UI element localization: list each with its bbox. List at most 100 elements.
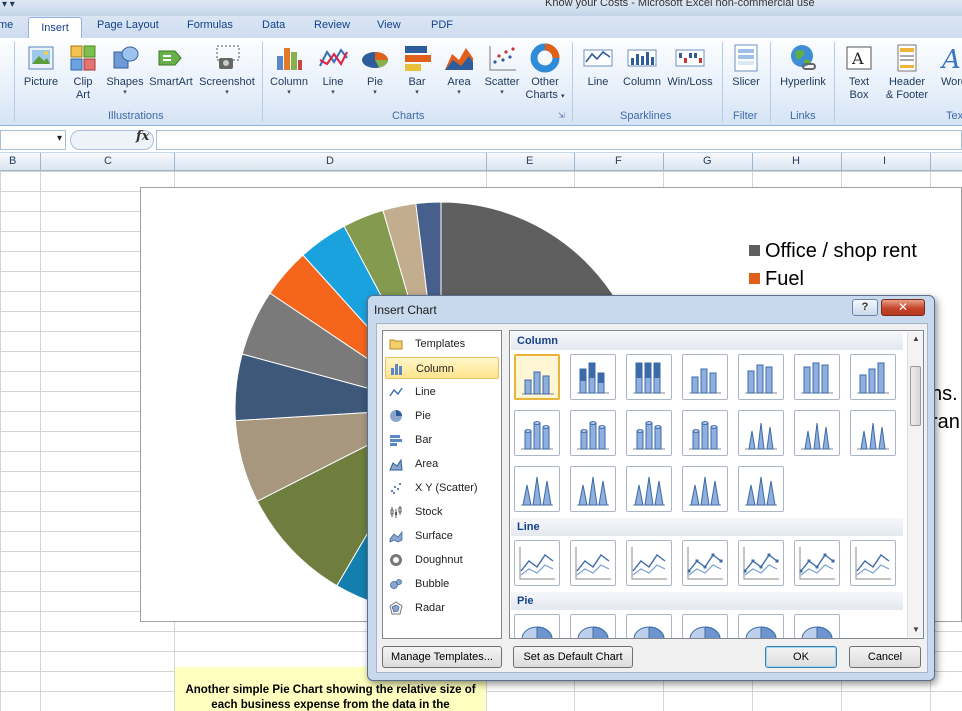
subtype-bar-of-pie[interactable] [794, 614, 840, 638]
name-box-dropdown-icon[interactable]: ▾ [57, 133, 62, 144]
subtype-100-stacked-cylinder[interactable] [626, 410, 672, 456]
clip-art-button[interactable]: Clip Art [66, 42, 100, 102]
column-header-c[interactable]: C [104, 155, 112, 167]
subtype-100-stacked-cone[interactable] [850, 410, 896, 456]
chart-type-stock[interactable]: Stock [385, 501, 499, 523]
column-header-i[interactable]: I [883, 155, 886, 167]
subtype-3d-cylinder[interactable] [682, 410, 728, 456]
column-header-g[interactable]: G [703, 155, 712, 167]
subtype-3d-pyramid[interactable] [738, 466, 784, 512]
bar-chart-button[interactable]: Bar ▾ [398, 42, 436, 97]
subtype-3d-cone[interactable] [514, 466, 560, 512]
radar-chart-icon [389, 601, 403, 615]
subtype-3d-stacked-column[interactable] [738, 354, 784, 400]
ok-button[interactable]: OK [765, 646, 837, 668]
picture-button[interactable]: Picture [20, 42, 62, 89]
subtype-3d-pie[interactable] [570, 614, 616, 638]
sparkline-line-icon [583, 49, 613, 67]
subtype-100-stacked-line[interactable] [626, 540, 672, 586]
tab-insert[interactable]: Insert [28, 17, 82, 39]
close-button[interactable]: ✕ [881, 299, 925, 316]
subtype-3d-line[interactable] [850, 540, 896, 586]
column-header-b[interactable]: B [9, 155, 16, 167]
subtype-100-stacked-line-with-markers[interactable] [794, 540, 840, 586]
subtype-line[interactable] [514, 540, 560, 586]
tab-page-layout[interactable]: Page Layout [97, 19, 159, 31]
chart-type-line[interactable]: Line [385, 381, 499, 403]
ribbon-cut-off-button[interactable] [0, 42, 4, 76]
chart-type-bar[interactable]: Bar [385, 429, 499, 451]
subtype-clustered-column[interactable] [514, 354, 560, 400]
chart-type-templates[interactable]: Templates [385, 333, 499, 355]
sparkline-column-button[interactable]: Column [620, 42, 664, 89]
column-header-h[interactable]: H [792, 155, 800, 167]
tab-pdf[interactable]: PDF [431, 19, 453, 31]
sparkline-winloss-button[interactable]: Win/Loss [664, 42, 716, 89]
chart-type-surface[interactable]: Surface [385, 525, 499, 547]
area-chart-button[interactable]: Area ▾ [440, 42, 478, 97]
tab-formulas[interactable]: Formulas [187, 19, 233, 31]
smartart-button[interactable]: SmartArt [147, 42, 195, 89]
wordart-button[interactable]: A Word [934, 42, 962, 89]
tab-data[interactable]: Data [262, 19, 285, 31]
column-header-d[interactable]: D [326, 155, 334, 167]
subtype-clustered-cylinder[interactable] [514, 410, 560, 456]
subtype-pie-of-pie[interactable] [626, 614, 672, 638]
column-header-e[interactable]: E [526, 155, 533, 167]
set-default-chart-button[interactable]: Set as Default Chart [513, 646, 633, 668]
shapes-button[interactable]: Shapes ▾ [104, 42, 146, 97]
scroll-thumb[interactable] [910, 366, 921, 426]
insert-function-icon[interactable]: fx [136, 129, 149, 144]
subtype-3d-exploded-pie[interactable] [738, 614, 784, 638]
quick-access-dropdown-icon[interactable]: ▾ ▾ [2, 0, 15, 10]
text-box-button[interactable]: A Text Box [838, 42, 880, 102]
subtype-stacked-cone[interactable] [794, 410, 840, 456]
subtype-pie[interactable] [514, 614, 560, 638]
subtype-100-stacked-column[interactable] [626, 354, 672, 400]
subtype-stacked-line[interactable] [570, 540, 616, 586]
subtype-stacked-pyramid[interactable] [626, 466, 672, 512]
scroll-down-icon[interactable]: ▼ [912, 625, 920, 634]
sparkline-line-button[interactable]: Line [578, 42, 618, 89]
slicer-button[interactable]: Slicer [728, 42, 764, 89]
hyperlink-button[interactable]: Hyperlink [776, 42, 830, 89]
line-chart-button[interactable]: Line ▾ [314, 42, 352, 97]
charts-dialog-launcher-icon[interactable]: ⇲ [558, 111, 565, 120]
column-chart-button[interactable]: Column ▾ [266, 42, 312, 97]
chart-type-scatter[interactable]: X Y (Scatter) [385, 477, 499, 499]
chart-type-bubble[interactable]: Bubble [385, 573, 499, 595]
gallery-scrollbar[interactable]: ▲ ▼ [907, 332, 923, 637]
subtype-line-with-markers[interactable] [682, 540, 728, 586]
screenshot-button[interactable]: Screenshot ▾ [197, 42, 257, 97]
subtype-3d-column[interactable] [850, 354, 896, 400]
subtype-3d-clustered-column[interactable] [682, 354, 728, 400]
subtype-stacked-column[interactable] [570, 354, 616, 400]
chart-type-column[interactable]: Column [385, 357, 499, 379]
subtype-stacked-line-with-markers[interactable] [738, 540, 784, 586]
cancel-button[interactable]: Cancel [849, 646, 921, 668]
column-header-f[interactable]: F [615, 155, 622, 167]
chart-type-area[interactable]: Area [385, 453, 499, 475]
tab-view[interactable]: View [377, 19, 401, 31]
subtype-3d-100-stacked-column[interactable] [794, 354, 840, 400]
chart-type-doughnut[interactable]: Doughnut [385, 549, 499, 571]
help-button[interactable]: ? [852, 299, 878, 316]
subtype-stacked-cylinder[interactable] [570, 410, 616, 456]
subtype-clustered-cone[interactable] [738, 410, 784, 456]
other-charts-button[interactable]: Other Charts ▾ [524, 42, 566, 103]
screenshot-icon [216, 45, 240, 69]
subtype-100-stacked-pyramid[interactable] [682, 466, 728, 512]
tab-home[interactable]: me [0, 19, 13, 31]
chart-type-pie[interactable]: Pie [385, 405, 499, 427]
manage-templates-button[interactable]: Manage Templates... [382, 646, 502, 668]
scroll-up-icon[interactable]: ▲ [912, 334, 920, 343]
chart-type-radar[interactable]: Radar [385, 597, 499, 619]
header-footer-button[interactable]: Header & Footer [880, 42, 934, 102]
subtype-clustered-pyramid[interactable] [570, 466, 616, 512]
subtype-exploded-pie[interactable] [682, 614, 728, 638]
tab-review[interactable]: Review [314, 19, 350, 31]
scatter-chart-button[interactable]: Scatter ▾ [480, 42, 524, 97]
formula-input[interactable] [156, 130, 962, 150]
name-box[interactable]: ▾ [0, 130, 66, 150]
pie-chart-button[interactable]: Pie ▾ [356, 42, 394, 97]
